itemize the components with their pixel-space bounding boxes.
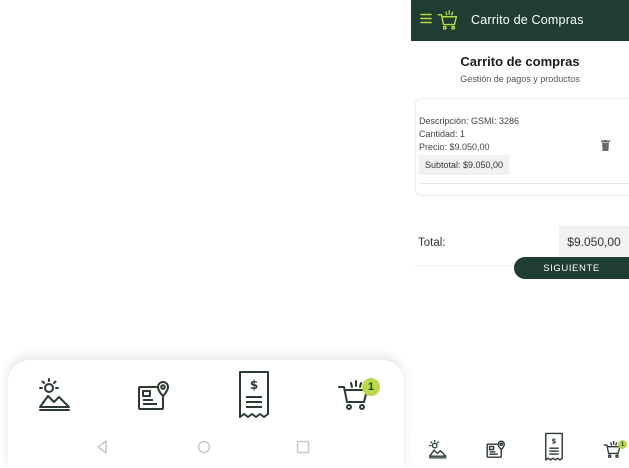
item-description: Descripción: GSMI: 3286 [419, 116, 520, 126]
back-icon[interactable] [96, 440, 108, 454]
trash-icon[interactable] [601, 140, 610, 151]
shopping-cart-icon [437, 9, 459, 31]
svg-text:$: $ [250, 378, 258, 392]
item-quantity: Cantidad: 1 [419, 129, 466, 139]
receipt-icon[interactable]: $ [237, 370, 271, 420]
home-icon[interactable] [197, 440, 211, 454]
svg-text:$: $ [552, 436, 557, 445]
receipt-icon[interactable]: $ [544, 432, 564, 462]
cart-item-card: Descripción: GSMI: 3286 Cantidad: 1 Prec… [415, 98, 629, 196]
map-pin-card-icon[interactable] [137, 380, 171, 412]
hamburger-menu-icon[interactable] [420, 13, 432, 24]
card-divider [419, 183, 629, 184]
item-subtotal: Subtotal: $9.050,00 [419, 155, 510, 175]
page-title: Carrito de compras [460, 54, 580, 69]
sunrise-landscape-icon[interactable] [428, 440, 447, 459]
recents-icon[interactable] [296, 440, 310, 454]
next-button[interactable]: SIGUIENTE [514, 257, 629, 279]
app-bar-title: Carrito de Compras [471, 13, 584, 27]
bottom-navigation-bar: $ 1 [411, 432, 629, 468]
total-label: Total: [418, 237, 446, 249]
item-price: Precio: $9.050,00 [419, 142, 490, 152]
cart-count-badge: 1 [618, 440, 627, 449]
map-pin-card-icon[interactable] [486, 440, 506, 459]
page-subtitle: Gestión de pagos y productos [460, 74, 580, 84]
app-bar: Carrito de Compras [411, 0, 629, 41]
sunrise-landscape-icon[interactable] [37, 378, 71, 412]
bottom-navigation-bar-large: $ 1 [8, 360, 404, 468]
cart-count-badge: 1 [362, 378, 380, 396]
total-value: $9.050,00 [559, 226, 629, 258]
